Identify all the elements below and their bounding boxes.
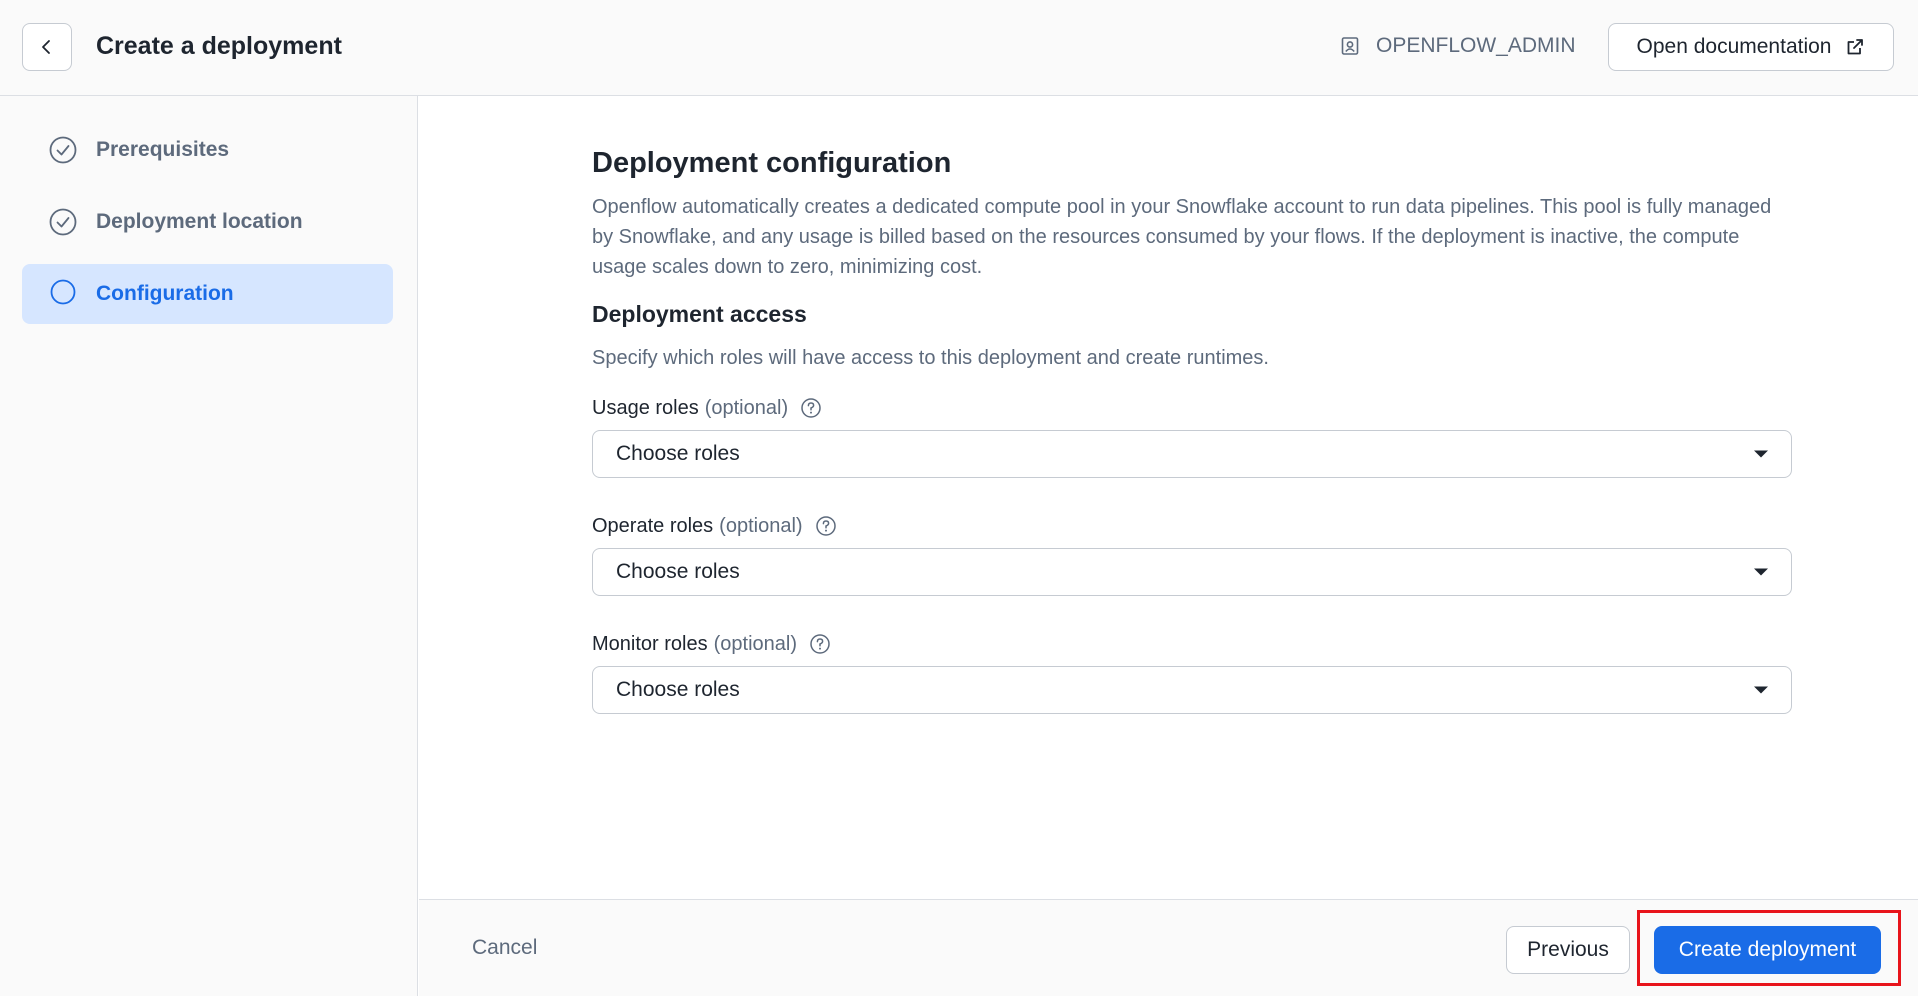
- check-circle-icon: [49, 136, 77, 164]
- caret-down-icon: [1754, 686, 1768, 694]
- previous-button[interactable]: Previous: [1506, 926, 1630, 974]
- field-name: Operate roles: [592, 515, 714, 537]
- open-documentation-button[interactable]: Open documentation: [1608, 23, 1894, 71]
- check-circle-icon: [49, 208, 77, 236]
- step-configuration[interactable]: Configuration: [22, 264, 393, 324]
- optional-tag: (optional): [704, 397, 789, 419]
- main-content: Deployment configuration Openflow automa…: [419, 96, 1918, 899]
- step-prerequisites[interactable]: Prerequisites: [22, 120, 393, 180]
- help-icon[interactable]: [800, 397, 822, 419]
- configuration-form: Deployment configuration Openflow automa…: [592, 144, 1792, 714]
- open-documentation-label: Open documentation: [1636, 35, 1832, 58]
- field-name: Monitor roles: [592, 633, 708, 655]
- select-placeholder: Choose roles: [616, 442, 740, 465]
- current-role: OPENFLOW_ADMIN: [1340, 30, 1576, 62]
- access-title: Deployment access: [592, 301, 807, 327]
- section-description: Openflow automatically creates a dedicat…: [592, 196, 1772, 278]
- top-header: Create a deployment OPENFLOW_ADMIN Open …: [0, 0, 1918, 96]
- monitor-roles-select[interactable]: Choose roles: [592, 666, 1792, 714]
- help-icon[interactable]: [809, 633, 831, 655]
- create-deployment-button[interactable]: Create deployment: [1654, 926, 1881, 974]
- step-label: Prerequisites: [96, 138, 230, 161]
- field-name: Usage roles: [592, 397, 699, 419]
- help-icon[interactable]: [815, 515, 837, 537]
- section-title: Deployment configuration: [592, 147, 952, 179]
- field-label: Operate roles (optional): [592, 512, 1792, 540]
- access-description: Specify which roles will have access to …: [592, 347, 1269, 369]
- cancel-button[interactable]: Cancel: [472, 936, 537, 960]
- operate-roles-field: Operate roles (optional) Choose roles: [592, 512, 1792, 596]
- empty-circle-icon: [50, 279, 76, 305]
- back-button[interactable]: [22, 23, 72, 71]
- step-label: Configuration: [96, 282, 234, 305]
- caret-down-icon: [1754, 568, 1768, 576]
- monitor-roles-field: Monitor roles (optional) Choose roles: [592, 630, 1792, 714]
- field-label: Monitor roles (optional): [592, 630, 1792, 658]
- step-label: Deployment location: [96, 210, 303, 233]
- wizard-footer: Cancel Previous Create deployment: [419, 899, 1918, 996]
- select-placeholder: Choose roles: [616, 678, 740, 701]
- optional-tag: (optional): [713, 633, 797, 655]
- usage-roles-select[interactable]: Choose roles: [592, 430, 1792, 478]
- select-placeholder: Choose roles: [616, 560, 740, 583]
- page-title: Create a deployment: [96, 32, 342, 60]
- optional-tag: (optional): [719, 515, 803, 537]
- external-link-icon: [1848, 39, 1864, 55]
- operate-roles-select[interactable]: Choose roles: [592, 548, 1792, 596]
- caret-down-icon: [1754, 450, 1768, 458]
- chevron-left-icon: [42, 40, 50, 54]
- usage-roles-field: Usage roles (optional) Choose roles: [592, 394, 1792, 478]
- field-label: Usage roles (optional): [592, 394, 1792, 422]
- role-name: OPENFLOW_ADMIN: [1376, 34, 1576, 57]
- user-badge-icon: [1341, 37, 1359, 55]
- steps-sidebar: Prerequisites Deployment location Config…: [0, 96, 418, 996]
- step-deployment-location[interactable]: Deployment location: [22, 192, 393, 252]
